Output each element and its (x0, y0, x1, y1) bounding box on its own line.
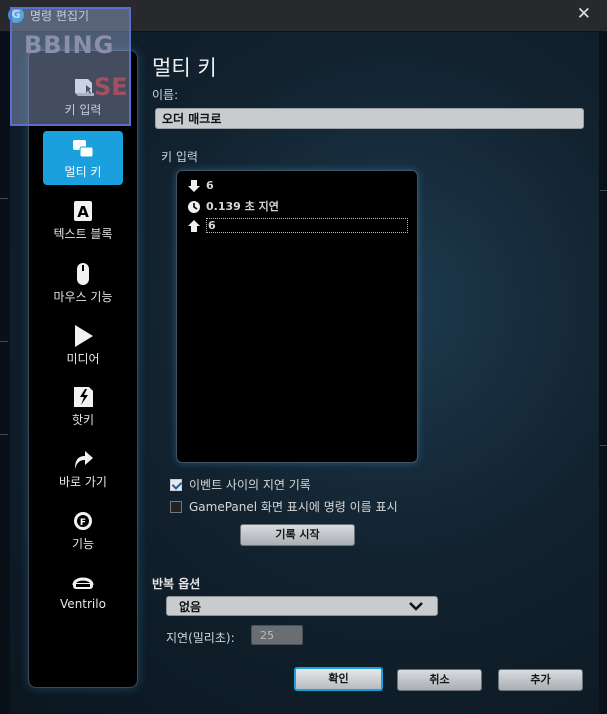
repeat-select[interactable]: 없음 (166, 596, 438, 616)
function-gear-icon: F (74, 512, 92, 530)
delay-ms-input[interactable]: 25 (251, 625, 303, 645)
sidebar-item-label: 멀티 키 (64, 165, 102, 179)
sidebar-item-hotkey[interactable]: 핫키 (43, 379, 123, 433)
edge-mark (0, 341, 8, 342)
svg-text:F: F (80, 518, 86, 528)
sidebar-item-label: 기능 (71, 537, 95, 551)
left-edge (0, 32, 10, 714)
event-text: 6 (206, 218, 408, 233)
sidebar-item-ventrilo[interactable]: Ventrilo (43, 565, 123, 619)
delay-label: 지연(밀리초): (166, 631, 235, 645)
repeat-options-label: 반복 옵션 (152, 577, 201, 591)
gamepanel-checkbox[interactable] (170, 500, 182, 513)
sidebar-item-label: 바로 가기 (59, 475, 107, 489)
event-text: 6 (206, 179, 214, 192)
sidebar-item-mouse[interactable]: 마우스 기능 (43, 256, 123, 310)
sidebar-item-label: 마우스 기능 (53, 290, 113, 304)
edge-mark (600, 445, 607, 446)
gamepanel-checkbox-row[interactable]: GamePanel 화면 표시에 명령 이름 표시 (170, 498, 398, 515)
gamepanel-label: GamePanel 화면 표시에 명령 이름 표시 (189, 500, 398, 514)
list-item[interactable]: 0.139 초 지연 (187, 198, 279, 216)
sidebar-item-label: 미디어 (66, 352, 100, 366)
clock-icon (188, 201, 200, 213)
sidebar-item-media[interactable]: 미디어 (43, 318, 123, 372)
edge-mark (0, 198, 8, 199)
name-field[interactable]: 오더 매크로 (155, 108, 584, 129)
svg-text:A: A (77, 203, 89, 221)
text-block-icon: A (74, 201, 92, 221)
chevron-down-icon (409, 602, 423, 611)
event-text: 0.139 초 지연 (206, 200, 279, 213)
record-delay-checkbox-row[interactable]: 이벤트 사이의 지연 기록 (170, 476, 311, 493)
cancel-button[interactable]: 취소 (397, 669, 482, 691)
sidebar-item-label: Ventrilo (60, 597, 106, 611)
edge-mark (600, 190, 607, 191)
sidebar-item-label: 텍스트 블록 (53, 227, 113, 241)
sidebar-item-function[interactable]: F 기능 (43, 503, 123, 557)
hotkey-icon (74, 387, 93, 407)
sidebar-item-shortcut[interactable]: 바로 가기 (43, 441, 123, 495)
right-edge (599, 32, 607, 714)
repeat-select-value: 없음 (179, 600, 202, 614)
sidebar-item-label: 핫키 (71, 413, 95, 427)
record-delay-checkbox[interactable] (170, 478, 182, 491)
watermark-logo: BBING SE (10, 7, 131, 126)
command-type-sidebar: 키 입력 멀티 키 A 텍스트 블록 마우스 기능 미디어 핫키 바로 가기 F… (28, 50, 138, 688)
name-label: 이름: (152, 88, 179, 102)
record-delay-label: 이벤트 사이의 지연 기록 (189, 478, 311, 492)
start-recording-button[interactable]: 기록 시작 (240, 524, 355, 546)
mouse-icon (77, 263, 89, 285)
key-event-list[interactable]: 6 0.139 초 지연 6 (176, 170, 418, 463)
watermark-text: BBING (24, 31, 115, 59)
list-item[interactable]: 6 (187, 218, 408, 236)
edge-mark (0, 434, 8, 435)
play-icon (75, 325, 93, 347)
add-button[interactable]: 추가 (498, 669, 583, 691)
close-button[interactable]: ✕ (577, 4, 591, 24)
sidebar-item-multikey[interactable]: 멀티 키 (43, 131, 123, 185)
up-arrow-icon (188, 220, 200, 232)
sidebar-item-text-block[interactable]: A 텍스트 블록 (43, 193, 123, 247)
list-item[interactable]: 6 (187, 179, 214, 197)
multi-key-icon (73, 140, 94, 158)
shortcut-arrow-icon (75, 451, 93, 469)
ok-button[interactable]: 확인 (294, 667, 383, 691)
key-input-label: 키 입력 (161, 150, 198, 164)
watermark-text: SE (94, 73, 128, 101)
down-arrow-icon (188, 180, 200, 192)
page-title: 멀티 키 (152, 56, 217, 80)
headset-icon (72, 577, 94, 589)
